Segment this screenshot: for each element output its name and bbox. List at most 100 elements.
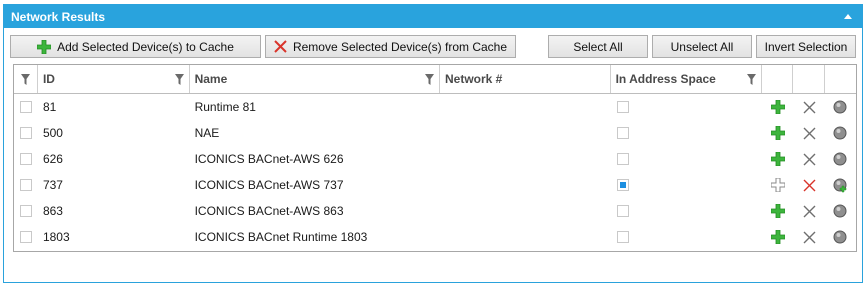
funnel-icon[interactable]	[174, 74, 184, 85]
device-details-action[interactable]	[825, 172, 856, 198]
x-icon[interactable]	[803, 179, 816, 192]
row-select-checkbox[interactable]	[19, 179, 32, 191]
column-header-id[interactable]: ID	[38, 65, 190, 93]
grid-header: ID Name Network # In Address Space	[14, 65, 856, 94]
in-address-space-checkbox[interactable]	[616, 231, 629, 243]
funnel-icon[interactable]	[20, 73, 30, 85]
row-select-checkbox[interactable]	[19, 101, 32, 113]
x-icon[interactable]	[803, 127, 816, 140]
name-cell: Runtime 81	[194, 100, 256, 114]
globe-icon[interactable]	[833, 230, 848, 245]
remove-device-action[interactable]	[793, 120, 825, 146]
plus-icon[interactable]	[770, 126, 785, 140]
in-address-space-checkbox[interactable]	[616, 127, 629, 139]
plus-icon[interactable]	[770, 204, 785, 218]
plus-icon[interactable]	[770, 100, 785, 114]
globe-icon[interactable]	[833, 100, 848, 115]
remove-device-action[interactable]	[793, 172, 825, 198]
id-cell: 863	[42, 204, 63, 218]
row-select-cell[interactable]	[14, 172, 38, 198]
invert-selection-button[interactable]: Invert Selection	[756, 35, 856, 58]
x-icon[interactable]	[803, 101, 816, 114]
in-address-space-cell[interactable]	[611, 146, 763, 172]
row-select-cell[interactable]	[14, 120, 38, 146]
select-column-header[interactable]	[14, 65, 38, 93]
row-select-checkbox[interactable]	[19, 153, 32, 165]
in-address-space-checkbox[interactable]	[616, 153, 629, 165]
add-device-action[interactable]	[762, 146, 793, 172]
remove-from-cache-button[interactable]: Remove Selected Device(s) from Cache	[265, 35, 516, 58]
x-icon	[274, 40, 287, 53]
device-details-action[interactable]	[825, 120, 856, 146]
table-row[interactable]: 1803 ICONICS BACnet Runtime 1803	[14, 224, 856, 250]
device-details-action[interactable]	[825, 224, 856, 250]
globe-icon[interactable]	[833, 152, 848, 167]
panel-title: Network Results	[11, 9, 106, 24]
collapse-icon[interactable]	[844, 14, 852, 19]
device-details-action[interactable]	[825, 94, 856, 120]
grid-body: 81 Runtime 81 500 NAE 626 ICONICS BACnet-AWS …	[14, 94, 856, 250]
plus-icon[interactable]	[770, 152, 785, 166]
globe-icon[interactable]	[833, 204, 848, 219]
in-address-space-cell[interactable]	[611, 198, 763, 224]
row-select-cell[interactable]	[14, 198, 38, 224]
network-cell	[440, 224, 611, 250]
in-address-space-cell[interactable]	[611, 120, 763, 146]
remove-device-action[interactable]	[793, 224, 825, 250]
name-cell: NAE	[194, 126, 220, 140]
unselect-all-button[interactable]: Unselect All	[652, 35, 752, 58]
column-header-name[interactable]: Name	[190, 65, 440, 93]
x-icon[interactable]	[803, 153, 816, 166]
plus-icon[interactable]	[770, 178, 785, 192]
add-device-action[interactable]	[762, 94, 793, 120]
table-row[interactable]: 626 ICONICS BACnet-AWS 626	[14, 146, 856, 172]
table-row[interactable]: 863 ICONICS BACnet-AWS 863	[14, 198, 856, 224]
plus-icon[interactable]	[770, 230, 785, 244]
column-header-network[interactable]: Network #	[440, 65, 611, 93]
remove-device-action[interactable]	[793, 146, 825, 172]
device-details-action[interactable]	[825, 198, 856, 224]
column-header-in-address-space[interactable]: In Address Space	[611, 65, 763, 93]
row-select-cell[interactable]	[14, 146, 38, 172]
table-row[interactable]: 500 NAE	[14, 120, 856, 146]
device-details-action[interactable]	[825, 146, 856, 172]
name-cell: ICONICS BACnet-AWS 737	[194, 178, 344, 192]
row-select-checkbox[interactable]	[19, 231, 32, 243]
in-address-space-cell[interactable]	[611, 94, 763, 120]
table-row[interactable]: 81 Runtime 81	[14, 94, 856, 120]
column-header-remove	[793, 65, 826, 93]
id-cell: 1803	[42, 230, 70, 244]
add-device-action[interactable]	[762, 198, 793, 224]
row-select-checkbox[interactable]	[19, 127, 32, 139]
add-device-action[interactable]	[762, 224, 793, 250]
results-grid: ID Name Network # In Address Space 81 Run…	[13, 64, 857, 252]
in-address-space-checkbox[interactable]	[616, 101, 629, 113]
remove-device-action[interactable]	[793, 198, 825, 224]
in-address-space-checkbox[interactable]	[616, 179, 629, 191]
add-to-cache-button[interactable]: Add Selected Device(s) to Cache	[10, 35, 261, 58]
in-address-space-checkbox[interactable]	[616, 205, 629, 217]
x-icon[interactable]	[803, 205, 816, 218]
panel-header[interactable]: Network Results	[4, 5, 862, 28]
add-device-action[interactable]	[762, 172, 793, 198]
remove-device-action[interactable]	[793, 94, 825, 120]
network-cell	[440, 146, 611, 172]
add-device-action[interactable]	[762, 120, 793, 146]
table-row[interactable]: 737 ICONICS BACnet-AWS 737	[14, 172, 856, 198]
row-select-cell[interactable]	[14, 94, 38, 120]
id-cell: 737	[42, 178, 63, 192]
x-icon[interactable]	[803, 231, 816, 244]
globe-icon[interactable]	[833, 178, 848, 193]
funnel-icon[interactable]	[747, 74, 757, 85]
row-select-checkbox[interactable]	[19, 205, 32, 217]
column-header-details	[825, 65, 856, 93]
network-cell	[440, 120, 611, 146]
in-address-space-cell[interactable]	[611, 224, 763, 250]
globe-icon[interactable]	[833, 126, 848, 141]
row-select-cell[interactable]	[14, 224, 38, 250]
select-all-button[interactable]: Select All	[548, 35, 648, 58]
in-address-space-cell[interactable]	[611, 172, 763, 198]
toolbar: Add Selected Device(s) to Cache Remove S…	[4, 28, 862, 64]
name-cell: ICONICS BACnet-AWS 863	[194, 204, 344, 218]
funnel-icon[interactable]	[424, 74, 434, 85]
